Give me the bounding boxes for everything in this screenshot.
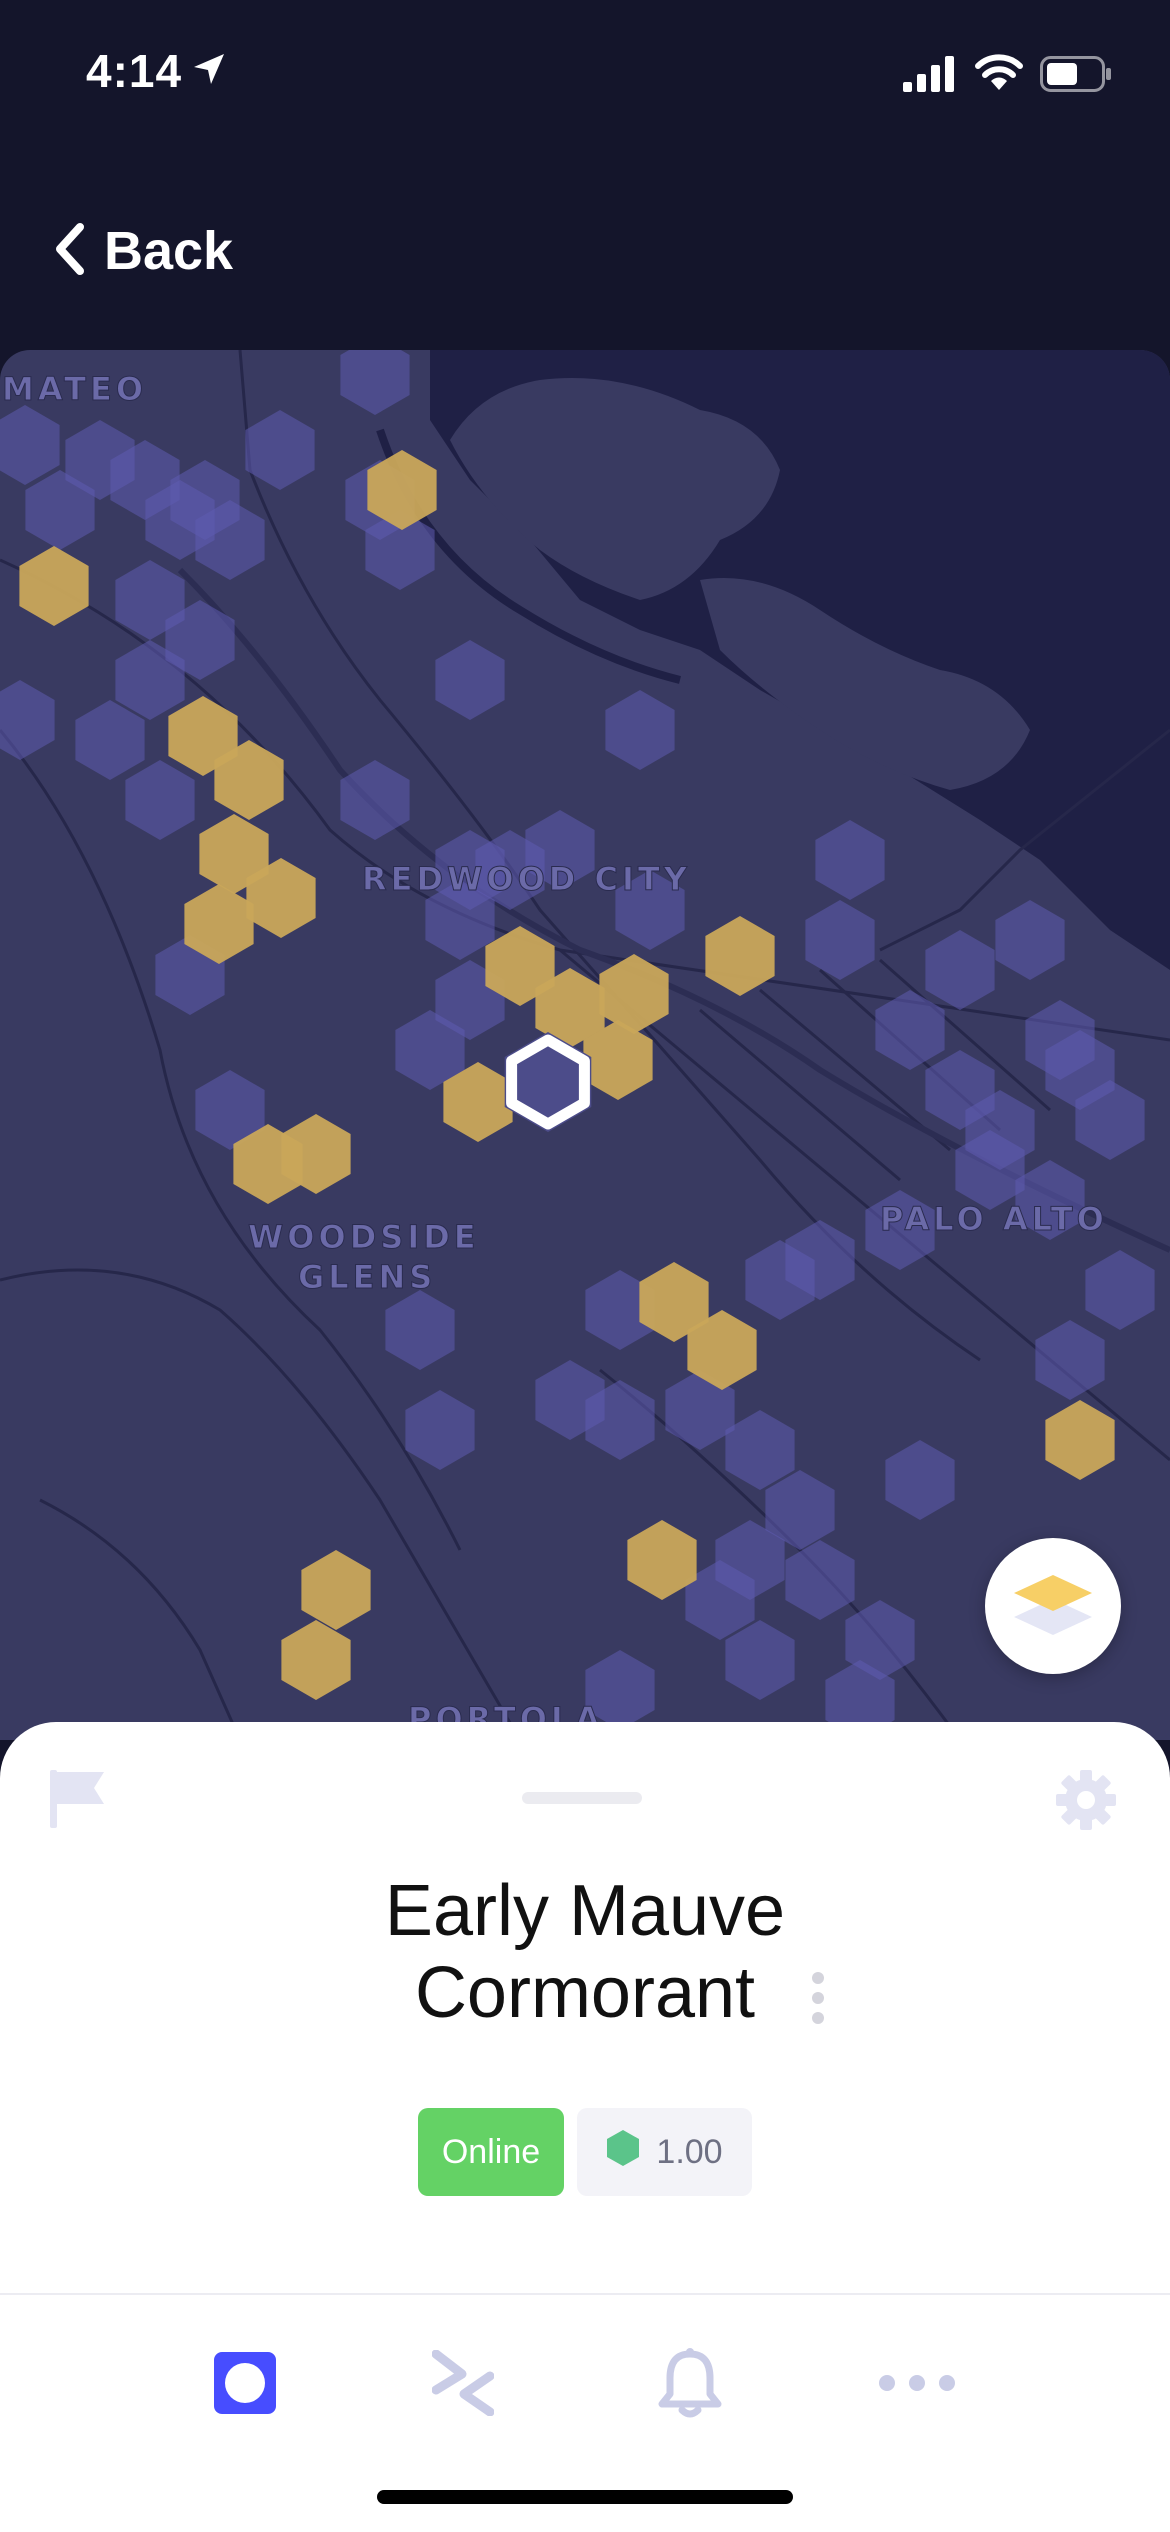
status-time: 4:14	[86, 45, 183, 97]
reward-scale-value: 1.00	[656, 2132, 723, 2171]
tab-bar-divider	[0, 2293, 1170, 2295]
hexagon-icon	[606, 2129, 640, 2176]
status-bar: 4:14	[0, 0, 1170, 150]
hex-tile[interactable]	[245, 410, 315, 490]
cellular-signal-icon	[903, 56, 955, 97]
map-layers-button[interactable]	[985, 1538, 1121, 1674]
reward-scale-badge: 1.00	[577, 2108, 752, 2196]
hotspot-name-line2: Cormorant	[414, 1953, 756, 2033]
map-canvas: MATEO REDWOOD CITY WOODSIDE GLENS PALO A…	[0, 350, 1170, 1740]
map-label-glens: GLENS	[298, 1258, 436, 1296]
more-horizontal-icon	[877, 2373, 957, 2398]
hex-tile[interactable]	[0, 405, 60, 485]
map-label-palo-alto: PALO ALTO	[880, 1200, 1108, 1238]
hex-tile[interactable]	[0, 680, 55, 760]
hotspot-icon	[214, 2351, 276, 2419]
hex-tile-gold[interactable]	[705, 916, 775, 996]
hex-tile[interactable]	[725, 1410, 795, 1490]
transfer-icon	[431, 2349, 495, 2421]
tab-hotspot[interactable]	[185, 2330, 305, 2440]
hex-tile[interactable]	[125, 760, 195, 840]
sheet-grabber[interactable]	[522, 1792, 642, 1804]
status-badge: Online	[418, 2108, 564, 2196]
hotspot-map[interactable]: MATEO REDWOOD CITY WOODSIDE GLENS PALO A…	[0, 350, 1170, 1740]
chevron-left-icon	[54, 222, 86, 280]
location-arrow-icon	[192, 52, 226, 91]
hex-tile[interactable]	[925, 930, 995, 1010]
gear-icon[interactable]	[1054, 1768, 1118, 1837]
map-label-redwood-city: REDWOOD CITY	[362, 860, 691, 898]
hex-tile-gold[interactable]	[1045, 1400, 1115, 1480]
home-indicator	[377, 2490, 793, 2504]
hotspot-name-line1: Early Mauve	[384, 1871, 786, 1951]
more-vertical-icon[interactable]	[812, 1972, 824, 2024]
back-button-label: Back	[104, 221, 234, 281]
hex-tile[interactable]	[725, 1620, 795, 1700]
hex-tile[interactable]	[605, 690, 675, 770]
map-label-woodside: WOODSIDE	[248, 1218, 480, 1256]
selected-hex-fill[interactable]	[504, 1032, 592, 1132]
hex-tile[interactable]	[875, 990, 945, 1070]
hex-tile[interactable]	[75, 700, 145, 780]
hex-tile[interactable]	[815, 820, 885, 900]
hex-tile[interactable]	[405, 1390, 475, 1470]
hex-tile[interactable]	[995, 900, 1065, 980]
hex-tile[interactable]	[785, 1540, 855, 1620]
hex-tile[interactable]	[385, 1290, 455, 1370]
battery-icon	[1040, 56, 1112, 97]
hex-tile[interactable]	[340, 350, 410, 415]
layers-icon	[1012, 1569, 1094, 1644]
hex-tile[interactable]	[805, 900, 875, 980]
map-label-mateo: MATEO	[2, 370, 147, 408]
tab-notifications[interactable]	[630, 2330, 750, 2440]
hex-tile[interactable]	[435, 640, 505, 720]
tab-more[interactable]	[857, 2330, 977, 2440]
flag-icon[interactable]	[46, 1766, 108, 1835]
hex-tile[interactable]	[1085, 1250, 1155, 1330]
tab-activity[interactable]	[403, 2330, 523, 2440]
hex-tile[interactable]	[1035, 1320, 1105, 1400]
hex-tile-gold[interactable]	[301, 1550, 371, 1630]
hex-tile[interactable]	[885, 1440, 955, 1520]
hex-tile-gold[interactable]	[19, 546, 89, 626]
hex-tile-gold[interactable]	[281, 1620, 351, 1700]
bell-icon	[658, 2347, 722, 2423]
back-button[interactable]: Back	[54, 216, 233, 286]
wifi-icon	[974, 52, 1024, 97]
